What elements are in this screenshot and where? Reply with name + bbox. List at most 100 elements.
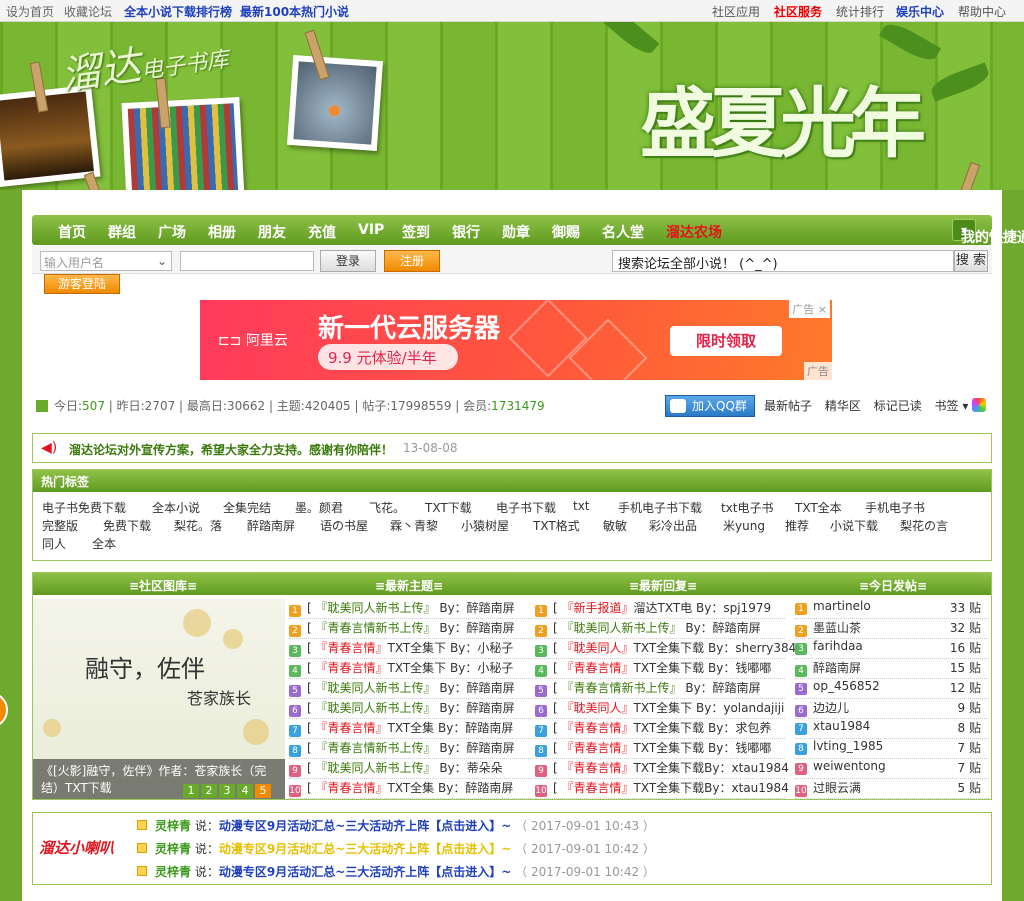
tag-link[interactable]: 墨。颜君 [295,499,343,516]
reply-row[interactable]: 8[ 『青春言情』TXT全集下载 By：钱嘟嘟 [535,739,785,759]
tag-link[interactable]: 同人 [42,535,66,552]
tag-link[interactable]: 敏敏 [603,517,627,534]
join-qq-group-button[interactable]: 加入QQ群 [665,395,755,417]
reply-title[interactable]: TXT全集下载 [634,641,705,655]
reply-category[interactable]: 『青春言情』 [562,661,634,675]
topic-category[interactable]: 『耽美同人新书上传』 [316,761,436,775]
poster-name[interactable]: xtau1984 [813,719,870,733]
today-poster-row[interactable]: 1 martinelo 33 贴 [795,599,989,619]
tag-link[interactable]: 全本 [92,535,116,552]
today-poster-row[interactable]: 9 weiwentong 7 贴 [795,759,989,779]
tag-link[interactable]: 语の书屋 [320,517,368,534]
reply-title[interactable]: TXT全集下载 [634,741,705,755]
tag-link[interactable]: TXT下载 [425,499,472,516]
nav-groups[interactable]: 群组 [108,222,136,242]
reply-row[interactable]: 2[ 『耽美同人新书上传』 By：醉踏南屏 [535,619,785,639]
login-button[interactable]: 登录 [320,250,376,272]
tag-link[interactable]: 小猿树屋 [461,517,509,534]
topic-title[interactable]: TXT全集 [388,721,435,735]
shout-user[interactable]: 灵梓青 [155,819,191,833]
nav-home[interactable]: 首页 [58,222,86,242]
search-input[interactable]: 搜索论坛全部小说！ (^_^) [612,250,954,272]
reply-title[interactable]: TXT全集下载By：xtau1984 [634,781,789,795]
reply-row[interactable]: 1[ 『新手报道』溜达TXT电 By：spj1979 [535,599,785,619]
tag-link[interactable]: txt电子书 [721,499,774,516]
tag-link[interactable]: 飞花。 [369,499,405,516]
topic-row[interactable]: 2[ 『青春言情新书上传』 By：醉踏南屏 [289,619,533,639]
guest-login-button[interactable]: 游客登陆 [44,274,120,294]
nav-medals[interactable]: 勋章 [502,222,530,242]
tag-link[interactable]: 手机电子书 [865,499,925,516]
tag-link[interactable]: 完整版 [42,517,78,534]
reply-row[interactable]: 3[ 『耽美同人』TXT全集下载 By：sherry3848 [535,639,804,659]
tag-link[interactable]: 梨花の言 [900,517,948,534]
nav-square[interactable]: 广场 [158,222,186,242]
tag-link[interactable]: txt [573,499,590,513]
ad-cta-button[interactable]: 限时领取 [670,326,782,356]
tag-link[interactable]: 全集完结 [223,499,271,516]
reply-category[interactable]: 『青春言情』 [562,741,634,755]
tag-link[interactable]: 全本小说 [152,499,200,516]
nav-farm[interactable]: 溜达农场 [666,222,722,242]
topic-author[interactable]: By：醉踏南屏 [439,741,514,755]
topic-author[interactable]: By：醉踏南屏 [439,601,514,615]
topic-row[interactable]: 8[ 『青春言情新书上传』 By：醉踏南屏 [289,739,533,759]
reply-category[interactable]: 『青春言情新书上传』 [562,681,682,695]
today-poster-row[interactable]: 7 xtau1984 8 贴 [795,719,989,739]
topic-author[interactable]: By：小秘子 [450,641,513,655]
tag-link[interactable]: 小说下载 [830,517,878,534]
nav-hall-of-fame[interactable]: 名人堂 [602,222,644,242]
topic-row[interactable]: 9[ 『耽美同人新书上传』 By：蒂朵朵 [289,759,533,779]
reply-author[interactable]: By：yolandajiji [696,701,784,715]
today-poster-row[interactable]: 4 醉踏南屏 15 贴 [795,659,989,679]
reply-row[interactable]: 7[ 『青春言情』TXT全集下载 By：求包养 [535,719,785,739]
tag-link[interactable]: 梨花。落 [174,517,222,534]
reply-author[interactable]: By：spj1979 [696,601,771,615]
shout-user[interactable]: 灵梓青 [155,842,191,856]
tag-link[interactable]: 电子书免费下载 [42,499,126,516]
reply-title[interactable]: TXT全集下 [634,701,693,715]
topic-author[interactable]: By：醉踏南屏 [438,781,513,795]
today-poster-row[interactable]: 8 lvting_1985 7 贴 [795,739,989,759]
poster-name[interactable]: 墨蓝山茶 [813,621,861,635]
mark-read-link[interactable]: 标记已读 [874,399,922,413]
topic-row[interactable]: 4[ 『青春言情』TXT全集下 By：小秘子 [289,659,533,679]
nav-album[interactable]: 相册 [208,222,236,242]
reply-category[interactable]: 『青春言情』 [562,721,634,735]
today-poster-row[interactable]: 6 边边儿 9 贴 [795,699,989,719]
reply-author[interactable]: By：钱嘟嘟 [708,741,771,755]
topic-author[interactable]: By：小秘子 [450,661,513,675]
set-homepage-link[interactable]: 设为首页 [6,3,54,20]
topic-author[interactable]: By：醉踏南屏 [439,621,514,635]
topic-row[interactable]: 1[ 『耽美同人新书上传』 By：醉踏南屏 [289,599,533,619]
topic-row[interactable]: 7[ 『青春言情』TXT全集 By：醉踏南屏 [289,719,533,739]
community-service-link[interactable]: 社区服务 [774,3,822,20]
tag-link[interactable]: 免费下载 [103,517,151,534]
poster-name[interactable]: 过眼云满 [813,781,861,795]
bookmark-link[interactable]: 收藏论坛 [64,3,112,20]
reply-category[interactable]: 『耽美同人』 [562,701,634,715]
poster-name[interactable]: 醉踏南屏 [813,661,861,675]
reply-author[interactable]: By：醉踏南屏 [685,621,760,635]
search-button[interactable]: 搜 索 [954,250,988,272]
topic-title[interactable]: TXT全集 [388,781,435,795]
shout-message[interactable]: 动漫专区9月活动汇总~三大活动齐上阵【点击进入】~ [219,842,511,856]
nav-gifts[interactable]: 御赐 [552,222,580,242]
digest-link[interactable]: 精华区 [825,399,861,413]
reply-author[interactable]: By：sherry3848 [708,641,804,655]
poster-name[interactable]: weiwentong [813,759,886,773]
tag-link[interactable]: 彩冷出品 [649,517,697,534]
topic-title[interactable]: TXT全集下 [388,661,447,675]
gallery-page-5[interactable]: 5 [255,784,271,798]
tag-link[interactable]: 推荐 [785,517,809,534]
gallery-page-2[interactable]: 2 [201,784,217,798]
poster-name[interactable]: martinelo [813,599,871,613]
shout-user[interactable]: 灵梓青 [155,865,191,879]
bookmarks-dropdown[interactable]: 书签 ▾ [935,399,969,413]
reply-category[interactable]: 『耽美同人新书上传』 [562,621,682,635]
topic-category[interactable]: 『青春言情』 [316,721,388,735]
topic-row[interactable]: 5[ 『耽美同人新书上传』 By：醉踏南屏 [289,679,533,699]
gallery-page-4[interactable]: 4 [237,784,253,798]
hot-novels-link[interactable]: 最新100本热门小说 [240,3,349,20]
today-poster-row[interactable]: 2 墨蓝山茶 32 贴 [795,619,989,639]
